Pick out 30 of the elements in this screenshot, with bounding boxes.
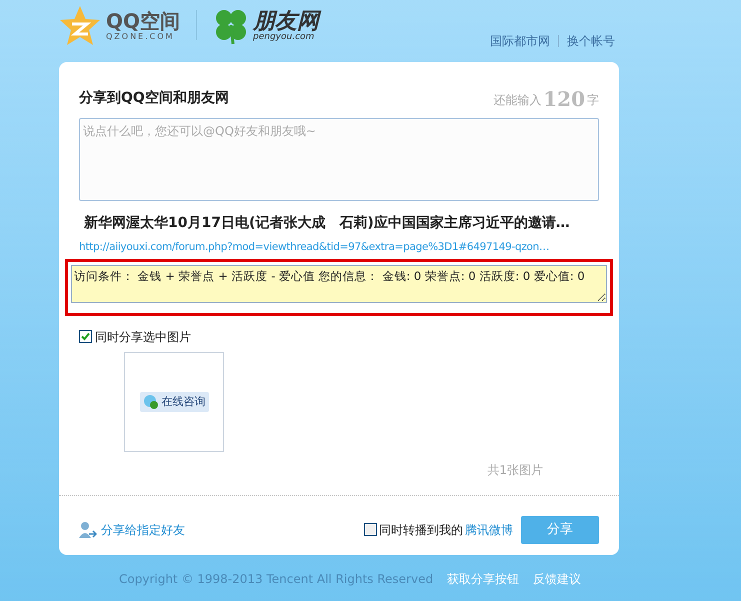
- checkbox[interactable]: [364, 523, 377, 536]
- checkbox[interactable]: [79, 330, 92, 344]
- logo-name: 朋友网: [253, 10, 320, 32]
- logo-subtitle: QZONE.COM: [106, 33, 176, 41]
- counter-label: 还能输入: [493, 92, 542, 109]
- share-button[interactable]: 分享: [521, 516, 599, 544]
- share-to-friends-link[interactable]: 分享给指定好友: [79, 520, 185, 539]
- person-arrow-icon: [79, 520, 97, 539]
- copyright: Copyright © 1998-2013 Tencent All Rights Reserved: [119, 571, 434, 588]
- star-logo-icon: [58, 4, 102, 48]
- counter-value: 120: [543, 89, 585, 109]
- image-count: 共1张图片: [487, 462, 543, 479]
- header-link[interactable]: 国际都市网: [490, 32, 550, 50]
- consult-badge: 在线咨询: [140, 392, 208, 412]
- counter-label: 字: [587, 92, 599, 109]
- article-title: 新华网渥太华10月17日电(记者张大成 石莉)应中国国家主席习近平的邀请…: [83, 214, 571, 233]
- chat-bubble-icon: [142, 394, 158, 410]
- checkbox-label: 同时转播到我的: [379, 522, 463, 539]
- image-thumbnail[interactable]: 在线咨询: [124, 352, 224, 452]
- message-field[interactable]: 说点什么吧，您还可以@QQ好友和朋友哦~: [79, 118, 599, 201]
- card-title: 分享到QQ空间和朋友网: [79, 88, 229, 108]
- header-link[interactable]: 换个帐号: [567, 32, 615, 50]
- article-link[interactable]: http://aiiyouxi.com/forum.php?mod=viewthread&tid=97&extra=page%3D1#6497149-qzon…: [79, 240, 599, 256]
- description-field[interactable]: 访问条件： 金钱 + 荣誉点 + 活跃度 - 爱心值 您的信息： 金钱: 0 荣誉点: 0 活跃度: 0 爱心值: 0: [71, 264, 607, 303]
- checkbox-label: 同时分享选中图片: [95, 328, 191, 346]
- footer-link[interactable]: 获取分享按钮: [447, 570, 520, 588]
- logo-name: QQ空间: [106, 11, 180, 31]
- logo-subtitle: pengyou.com: [253, 32, 316, 42]
- weibo-link[interactable]: 腾讯微博: [465, 520, 513, 539]
- footer-link[interactable]: 反馈建议: [533, 570, 582, 588]
